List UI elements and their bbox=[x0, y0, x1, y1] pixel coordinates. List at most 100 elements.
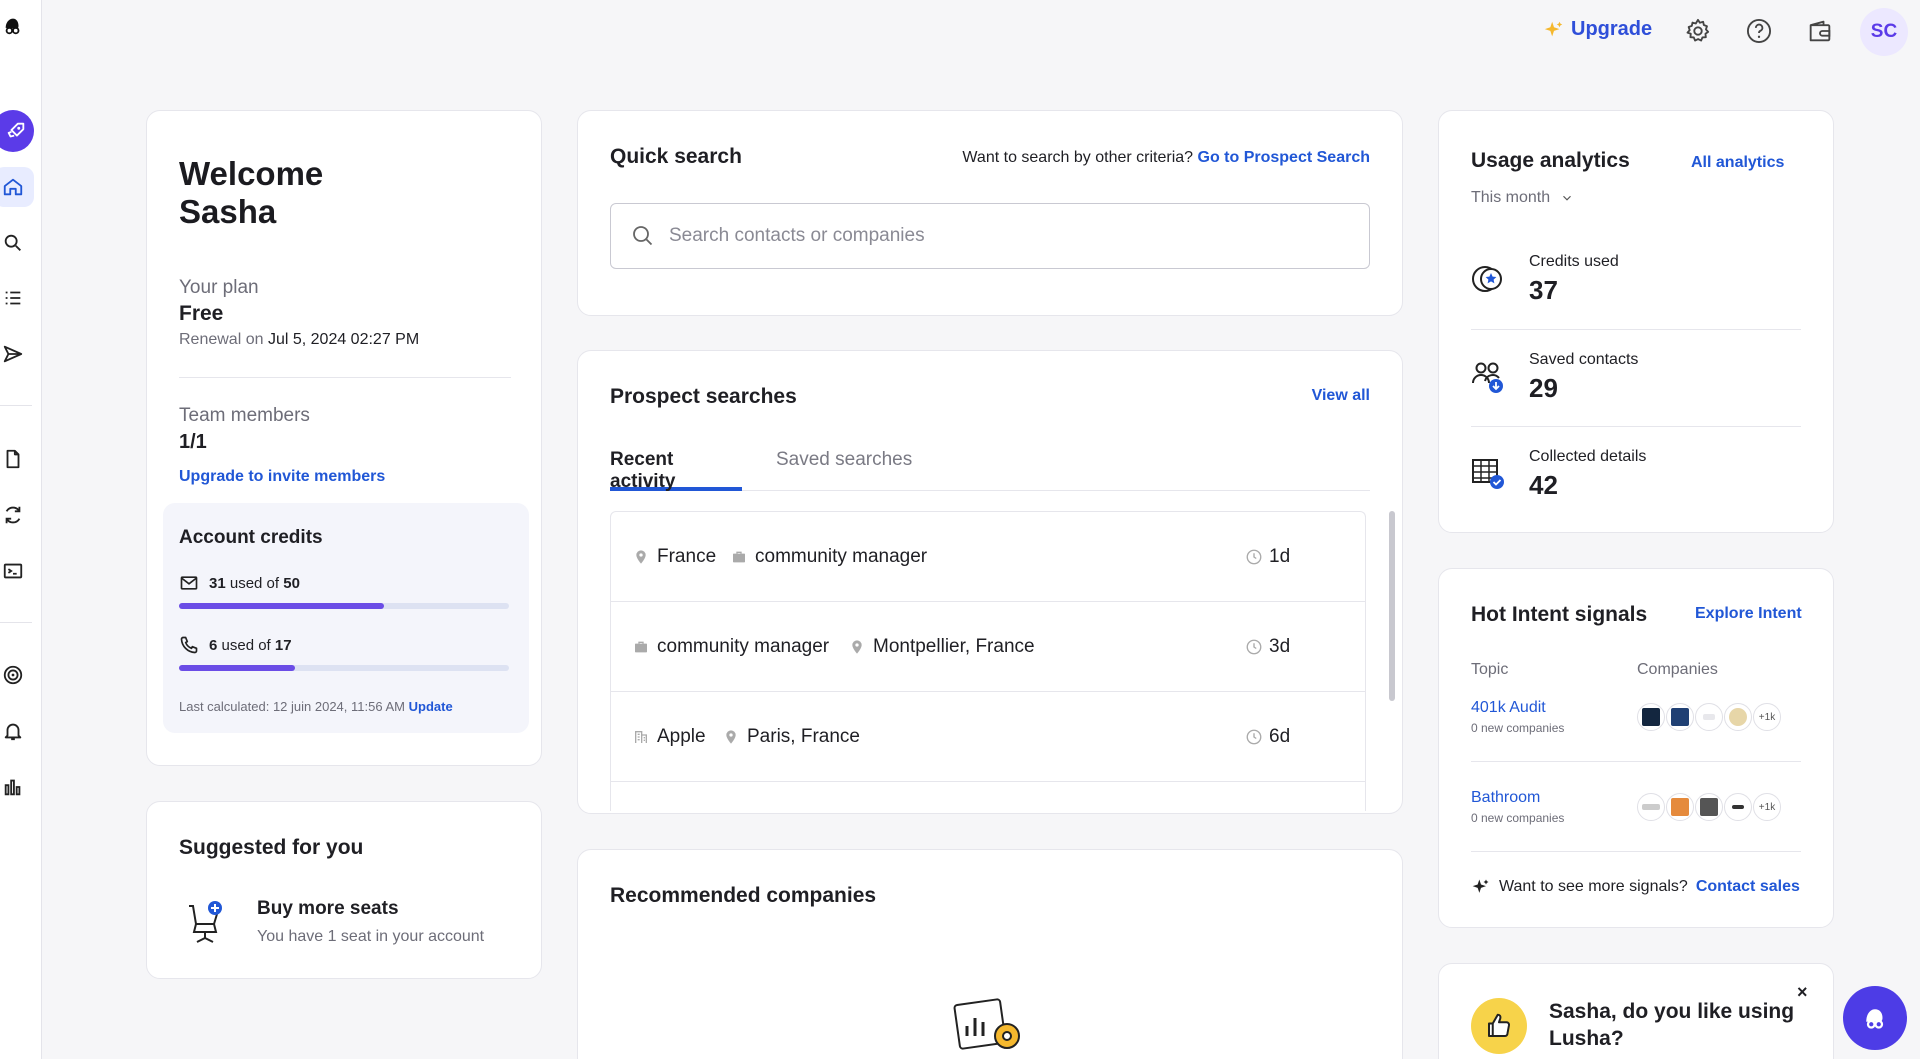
avatar[interactable]: SC bbox=[1860, 8, 1908, 56]
row-time: 6d bbox=[1245, 726, 1290, 748]
upgrade-invite-link[interactable]: Upgrade to invite members bbox=[179, 468, 385, 486]
analytics-illustration-icon bbox=[953, 998, 1020, 1050]
list-item[interactable]: Apple Paris, France 6d bbox=[611, 692, 1365, 782]
sidebar-item-intent[interactable] bbox=[0, 655, 40, 695]
row-time-text: 6d bbox=[1269, 726, 1291, 747]
sidebar-item-home[interactable] bbox=[0, 167, 40, 207]
company-logo[interactable] bbox=[1666, 793, 1694, 821]
list-item[interactable]: France community manager 1d bbox=[611, 512, 1365, 602]
view-all-link[interactable]: View all bbox=[1312, 387, 1370, 405]
welcome-line: Welcome bbox=[179, 155, 324, 192]
company-logo[interactable] bbox=[1666, 703, 1694, 731]
explore-intent-link[interactable]: Explore Intent bbox=[1695, 605, 1802, 623]
divider bbox=[179, 377, 511, 378]
phone-used-text: used of bbox=[221, 636, 271, 654]
recommended-title: Recommended companies bbox=[610, 884, 877, 907]
suggested-card: Suggested for you Buy more seats You hav… bbox=[146, 801, 542, 979]
intent-topic-bathroom[interactable]: Bathroom bbox=[1471, 789, 1540, 807]
close-button[interactable]: × bbox=[1797, 982, 1808, 1003]
company-logo[interactable] bbox=[1724, 793, 1752, 821]
target-icon bbox=[3, 665, 23, 685]
email-used-text: used of bbox=[229, 574, 280, 592]
clock-icon bbox=[1246, 729, 1262, 745]
settings-button[interactable] bbox=[1682, 15, 1714, 47]
briefcase-icon bbox=[635, 641, 647, 653]
prospect-searches-title: Prospect searches bbox=[610, 385, 797, 408]
company-logo[interactable] bbox=[1637, 703, 1665, 731]
period-value: This month bbox=[1471, 189, 1551, 206]
email-total: 50 bbox=[283, 574, 300, 592]
go-to-prospect-search-link[interactable]: Go to Prospect Search bbox=[1198, 149, 1371, 166]
all-analytics-link[interactable]: All analytics bbox=[1691, 154, 1784, 172]
search-box[interactable] bbox=[610, 203, 1370, 269]
company-logo[interactable] bbox=[1637, 793, 1665, 821]
companies-column-header: Companies bbox=[1637, 661, 1718, 678]
update-link[interactable]: Update bbox=[409, 699, 453, 714]
sidebar-item-api[interactable] bbox=[0, 551, 40, 591]
upgrade-button[interactable]: Upgrade bbox=[1543, 18, 1652, 41]
contact-sales-link[interactable]: Contact sales bbox=[1696, 878, 1800, 896]
company-logo[interactable] bbox=[1724, 703, 1752, 731]
list-item[interactable]: community manager Montpellier, France 3d bbox=[611, 602, 1365, 692]
building-icon bbox=[635, 731, 647, 743]
phone-total: 17 bbox=[274, 636, 292, 654]
more-companies-count: +1k bbox=[1758, 801, 1776, 813]
buy-seats-subtitle: You have 1 seat in your account bbox=[257, 928, 485, 945]
bell-icon bbox=[4, 723, 22, 741]
sidebar-item-analytics[interactable] bbox=[0, 767, 40, 807]
more-companies-badge[interactable]: +1k bbox=[1753, 793, 1781, 821]
plan-label: Your plan bbox=[179, 277, 259, 298]
sparkle-icon bbox=[1472, 879, 1489, 893]
phone-used: 6 bbox=[209, 636, 218, 654]
period-select[interactable]: This month bbox=[1471, 189, 1574, 207]
intent-topic-401k[interactable]: 401k Audit bbox=[1471, 699, 1546, 717]
job-title-chip: community manager bbox=[633, 636, 829, 658]
search-input[interactable] bbox=[669, 225, 1329, 247]
wallet-icon bbox=[1809, 20, 1831, 42]
list-scrollbar[interactable] bbox=[1389, 511, 1395, 701]
company-logo[interactable] bbox=[1695, 703, 1723, 731]
tab-recent-activity[interactable]: Recent activity bbox=[610, 449, 742, 492]
list-item[interactable] bbox=[611, 782, 1365, 811]
row-time-text: 3d bbox=[1269, 636, 1291, 657]
bar-chart-icon bbox=[4, 779, 21, 796]
sidebar-item-enrich[interactable] bbox=[0, 495, 40, 535]
intent-topic-sub: 0 new companies bbox=[1471, 721, 1565, 735]
upgrade-label: Upgrade bbox=[1571, 18, 1653, 40]
more-companies-badge[interactable]: +1k bbox=[1753, 703, 1781, 731]
help-button[interactable] bbox=[1743, 15, 1775, 47]
job-title-chip: community manager bbox=[731, 546, 927, 568]
send-icon bbox=[3, 345, 23, 363]
quick-search-card: Quick search Want to search by other cri… bbox=[577, 110, 1403, 316]
clock-icon bbox=[1246, 639, 1262, 655]
row-time: 3d bbox=[1245, 636, 1290, 658]
tab-saved-searches[interactable]: Saved searches bbox=[776, 449, 912, 491]
topic-column-header: Topic bbox=[1471, 661, 1509, 678]
chat-button[interactable] bbox=[1843, 986, 1907, 1050]
sidebar-item-documents[interactable] bbox=[0, 439, 40, 479]
sidebar-item-lists[interactable] bbox=[0, 278, 40, 318]
sidebar bbox=[0, 0, 42, 1059]
sidebar-item-sequences[interactable] bbox=[0, 334, 40, 374]
terminal-icon bbox=[3, 563, 23, 579]
location-chip: Montpellier, France bbox=[849, 636, 1035, 658]
chevron-down-icon bbox=[1563, 195, 1572, 201]
wallet-button[interactable] bbox=[1804, 15, 1836, 47]
lusha-logo[interactable] bbox=[0, 6, 40, 46]
getting-started-button[interactable] bbox=[0, 110, 34, 152]
saved-contacts-label: Saved contacts bbox=[1529, 351, 1639, 368]
collected-details-row: Collected details 42 bbox=[1471, 448, 1801, 544]
row-time: 1d bbox=[1245, 546, 1290, 568]
quick-search-hint: Want to search by other criteria? Go to … bbox=[962, 149, 1370, 167]
buy-seats-title[interactable]: Buy more seats bbox=[257, 898, 399, 920]
sparkle-icon bbox=[1544, 21, 1563, 36]
location-chip: France bbox=[633, 546, 716, 568]
saved-contacts-value: 29 bbox=[1529, 373, 1558, 403]
credits-used-label: Credits used bbox=[1529, 253, 1619, 270]
sidebar-item-alerts[interactable] bbox=[0, 711, 40, 751]
home-icon bbox=[3, 178, 23, 196]
company-logo[interactable] bbox=[1695, 793, 1723, 821]
location-pin-icon bbox=[726, 730, 736, 744]
email-used: 31 bbox=[209, 574, 226, 592]
sidebar-item-search[interactable] bbox=[0, 223, 40, 263]
